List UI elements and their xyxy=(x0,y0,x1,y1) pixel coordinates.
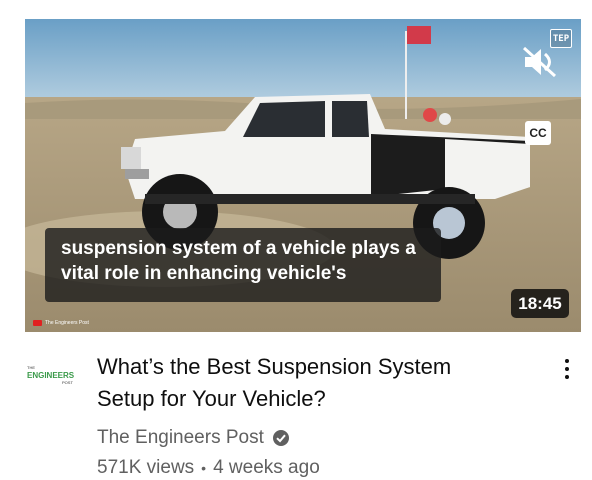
channel-name[interactable]: The Engineers Post xyxy=(97,427,264,449)
verified-icon xyxy=(272,430,289,446)
video-thumbnail[interactable]: TEP CC suspension system of a vehicle pl… xyxy=(25,19,581,332)
watermark-text: The Engineers Post xyxy=(45,320,89,326)
view-count: 571K views xyxy=(97,457,195,478)
avatar-text-top: THE xyxy=(27,365,35,370)
duration-badge: 18:45 xyxy=(511,289,569,318)
avatar-text-bottom: POST xyxy=(62,380,73,385)
video-title-line-2[interactable]: Setup for Your Vehicle? xyxy=(97,383,517,415)
upload-age: 4 weeks ago xyxy=(213,457,320,478)
caption-overlay: suspension system of a vehicle plays a v… xyxy=(45,228,441,302)
video-title[interactable]: What’s the Best Suspension System Setup … xyxy=(97,351,517,415)
caption-line-2: vital role in enhancing vehicle's xyxy=(61,262,347,284)
closed-captions-icon[interactable]: CC xyxy=(525,121,551,145)
video-meta: 571K views • 4 weeks ago xyxy=(97,457,320,479)
channel-avatar[interactable]: THE ENGINEERS POST xyxy=(24,363,76,387)
channel-row[interactable]: The Engineers Post xyxy=(97,427,290,449)
more-options-icon[interactable] xyxy=(556,354,578,384)
video-title-line-1[interactable]: What’s the Best Suspension System xyxy=(97,351,517,383)
meta-separator: • xyxy=(201,460,207,476)
watermark: The Engineers Post xyxy=(33,318,89,328)
avatar-text-main: ENGINEERS xyxy=(27,371,75,380)
mute-icon[interactable] xyxy=(521,45,559,79)
youtube-logo-icon xyxy=(33,320,42,326)
caption-line-1: suspension system of a vehicle plays a xyxy=(61,238,416,259)
